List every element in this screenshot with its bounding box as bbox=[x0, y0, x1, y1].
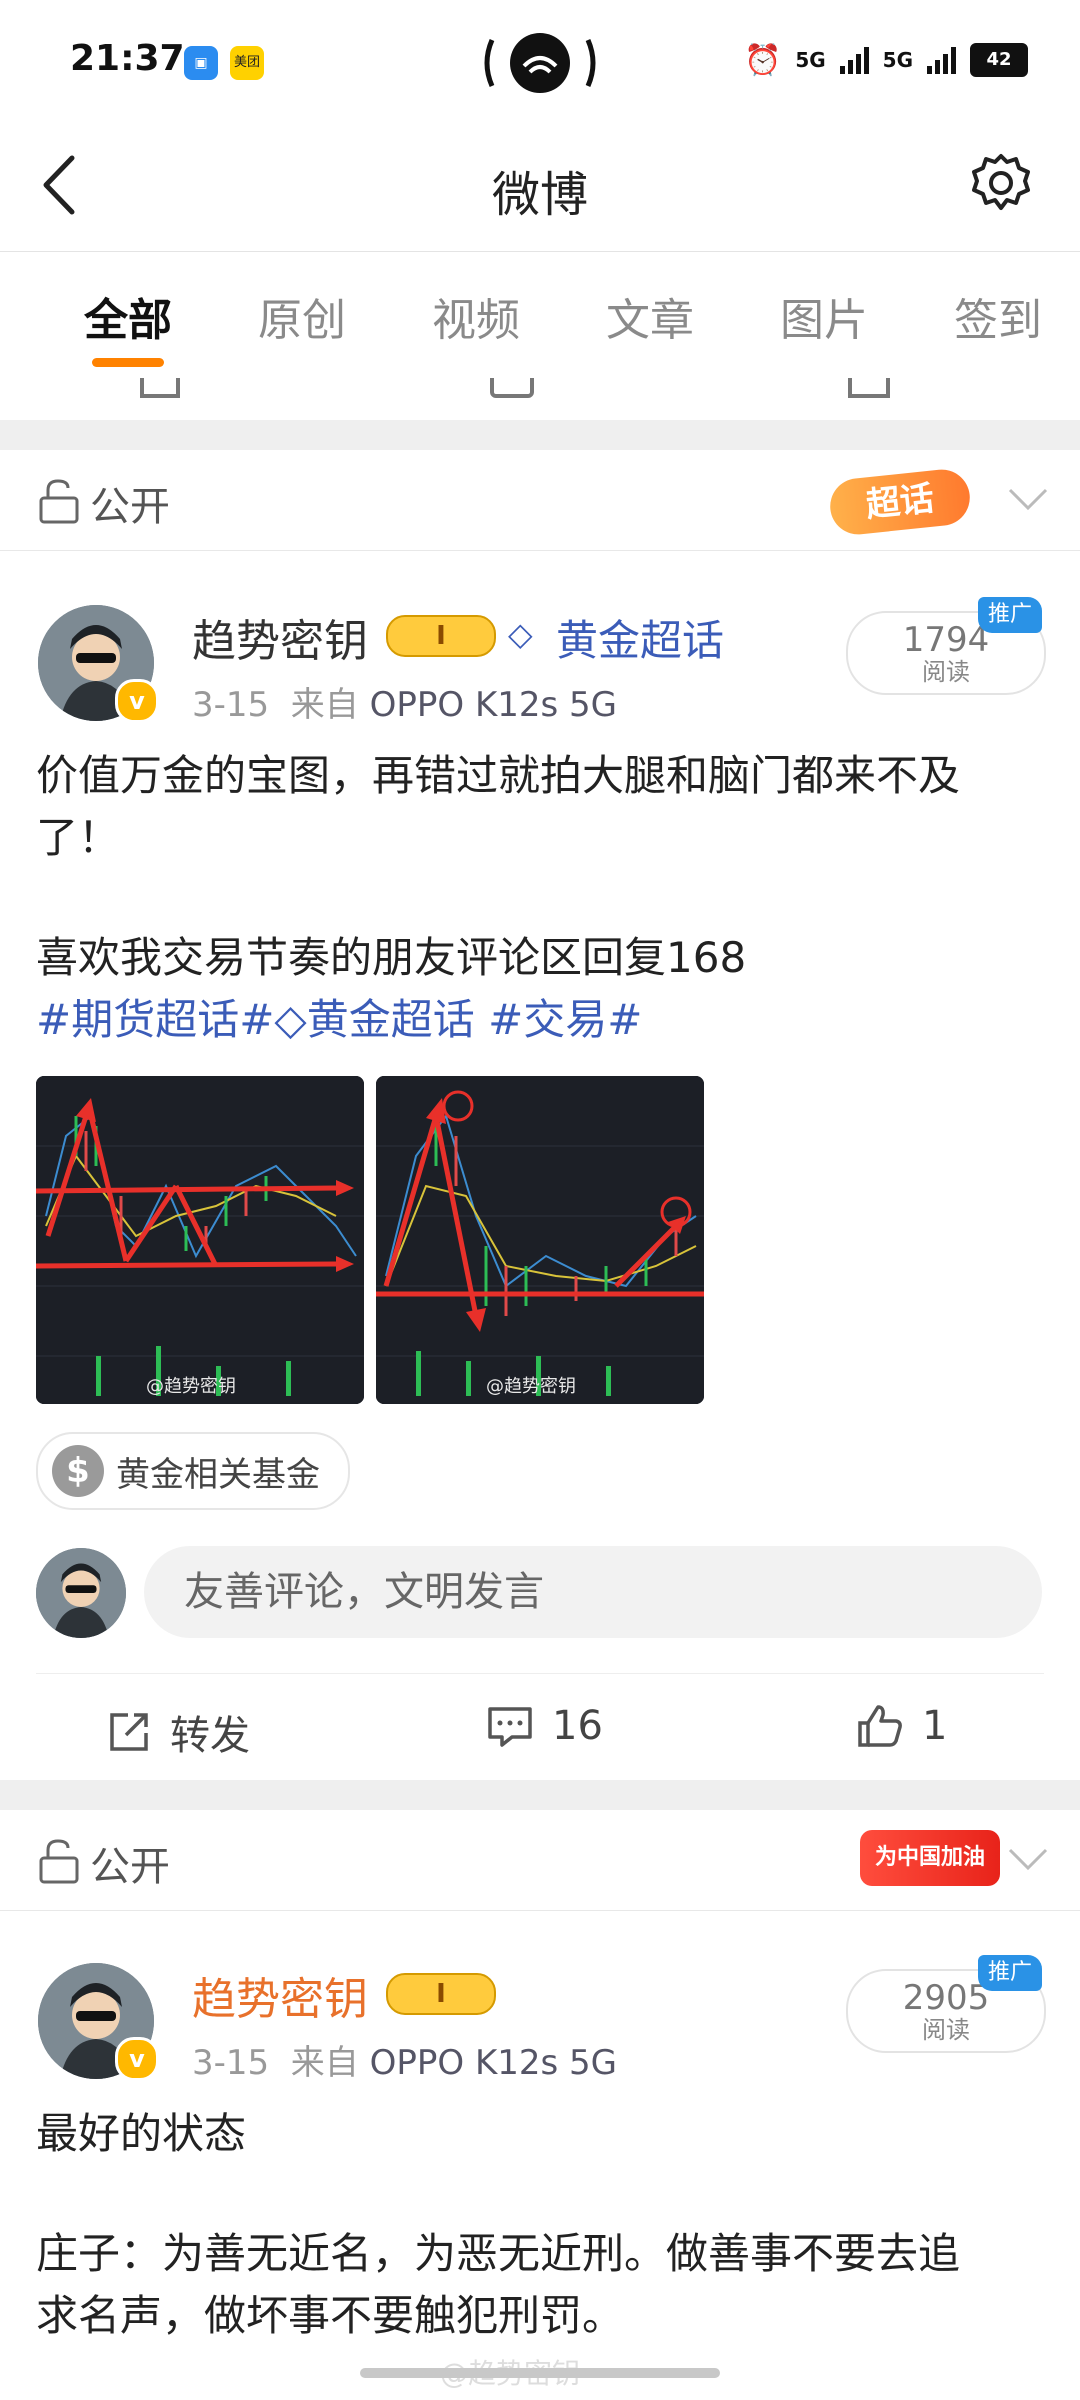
post-image[interactable]: @趋势密钥 bbox=[376, 1076, 704, 1404]
comment-button[interactable]: 16 bbox=[486, 1703, 603, 1749]
dollar-icon: $ bbox=[52, 1445, 104, 1497]
post-text-line: 求名声，做坏事不要触犯刑罚。 bbox=[36, 2291, 625, 2340]
my-avatar[interactable] bbox=[36, 1548, 126, 1638]
meituan-icon: 美团 bbox=[230, 46, 264, 80]
unlock-icon bbox=[39, 479, 79, 524]
post-text: 最好的状态 庄子：为善无近名，为恶无近刑。做善事不要去追 求名声，做坏事不要触犯… bbox=[36, 2103, 1046, 2347]
tab-checkin[interactable]: 签到 bbox=[954, 284, 1042, 348]
comment-count: 16 bbox=[552, 1703, 603, 1749]
source-prefix: 来自 bbox=[290, 685, 359, 725]
chevron-down-icon[interactable] bbox=[1006, 1846, 1050, 1874]
reads-label: 阅读 bbox=[922, 658, 970, 686]
app-notification-icon: ▣ bbox=[184, 46, 218, 80]
author-name[interactable]: 趋势密钥 bbox=[192, 605, 368, 669]
hashtag-link[interactable]: #交易# bbox=[488, 995, 642, 1044]
tab-active-indicator bbox=[92, 358, 164, 367]
visibility-bar: 公开 超话 bbox=[0, 450, 1080, 551]
image-watermark: @趋势密钥 bbox=[146, 1376, 236, 1397]
promo-badge: 推广 bbox=[978, 1955, 1042, 1991]
super-topic-badge[interactable]: 超话 bbox=[827, 466, 973, 538]
hashtag-line: #期货超话#◇黄金超话 #交易# bbox=[36, 989, 1046, 1051]
fund-chip-label: 黄金相关基金 bbox=[116, 1454, 320, 1495]
signal-icon bbox=[839, 46, 869, 74]
alarm-icon: ⏰ bbox=[743, 42, 782, 78]
post-date: 3-15 bbox=[192, 2043, 270, 2083]
chevron-down-icon[interactable] bbox=[1006, 486, 1050, 514]
visibility-label: 公开 bbox=[90, 484, 170, 530]
unlock-icon bbox=[39, 1839, 79, 1884]
image-watermark: @趋势密钥 bbox=[486, 1376, 576, 1397]
post-date: 3-15 bbox=[192, 685, 270, 725]
campaign-badge[interactable]: 为中国加油 bbox=[860, 1830, 1000, 1886]
status-time: 21:37 bbox=[70, 38, 185, 79]
like-count: 1 bbox=[922, 1703, 948, 1749]
dynamic-island-icon bbox=[484, 33, 596, 93]
post-text-line: 价值万金的宝图，再错过就拍大腿和脑门都来不及 bbox=[36, 751, 961, 800]
battery-icon: 42 bbox=[970, 43, 1028, 77]
signal-icon bbox=[927, 46, 956, 74]
tab-original[interactable]: 原创 bbox=[258, 284, 346, 348]
diamond-icon: ◇ bbox=[508, 615, 533, 653]
hashtag-link[interactable]: #期货超话# bbox=[36, 995, 274, 1044]
previous-post-actions bbox=[0, 378, 1080, 420]
post-text-line: 了！ bbox=[36, 813, 121, 862]
like-button[interactable]: 1 bbox=[856, 1703, 947, 1749]
repost-button[interactable]: 转发 bbox=[106, 1703, 250, 1761]
repost-label: 转发 bbox=[170, 1713, 250, 1759]
card-separator bbox=[0, 420, 1080, 450]
tab-video[interactable]: 视频 bbox=[432, 284, 520, 348]
thumbs-up-icon bbox=[858, 1705, 902, 1747]
diamond-icon: ◇ bbox=[274, 995, 307, 1044]
post-image[interactable]: @趋势密钥 bbox=[36, 1076, 364, 1404]
like-icon[interactable] bbox=[844, 378, 894, 406]
comment-icon[interactable] bbox=[488, 378, 538, 406]
promo-badge: 推广 bbox=[978, 597, 1042, 633]
comment-input[interactable]: 友善评论，文明发言 bbox=[144, 1546, 1042, 1638]
source-prefix: 来自 bbox=[290, 2043, 359, 2083]
reads-label: 阅读 bbox=[922, 2016, 970, 2044]
divider bbox=[36, 1673, 1044, 1674]
home-indicator[interactable] bbox=[360, 2368, 720, 2378]
tab-all[interactable]: 全部 bbox=[84, 284, 172, 348]
post-text: 价值万金的宝图，再错过就拍大腿和脑门都来不及 了！ 喜欢我交易节奏的朋友评论区回… bbox=[36, 745, 1046, 1051]
visibility-bar: 公开 为中国加油 bbox=[0, 1810, 1080, 1911]
member-level-badge[interactable]: I bbox=[386, 1973, 496, 2015]
page-title: 微博 bbox=[491, 167, 588, 223]
gear-icon[interactable] bbox=[970, 152, 1032, 214]
device-label: OPPO K12s 5G bbox=[369, 685, 618, 725]
repost-icon[interactable] bbox=[136, 378, 186, 406]
network-label-2: 5G bbox=[882, 48, 913, 72]
network-label-1: 5G bbox=[795, 48, 826, 72]
member-level-badge[interactable]: I bbox=[386, 615, 496, 657]
post-text-line: 喜欢我交易节奏的朋友评论区回复168 bbox=[36, 933, 747, 982]
post-card: v 趋势密钥 I ◇ 黄金超话 3-15 来自 OPPO K12s 5G 179… bbox=[0, 551, 1080, 1780]
status-icons: ⏰ 5G 5G 42 bbox=[744, 40, 1028, 80]
post-text-line: 最好的状态 bbox=[36, 2109, 247, 2158]
verified-badge: v bbox=[115, 679, 159, 723]
tab-image[interactable]: 图片 bbox=[780, 284, 868, 348]
author-name[interactable]: 趋势密钥 bbox=[192, 1963, 368, 2027]
share-icon bbox=[110, 1713, 148, 1751]
post-meta: 3-15 来自 OPPO K12s 5G bbox=[192, 2035, 617, 2084]
post-card: v 趋势密钥 I 3-15 来自 OPPO K12s 5G 2905 阅读 推广… bbox=[0, 1911, 1080, 2400]
card-separator bbox=[0, 1780, 1080, 1810]
hashtag-link[interactable]: 黄金超话 bbox=[307, 995, 475, 1044]
tab-article[interactable]: 文章 bbox=[606, 284, 694, 348]
fund-chip[interactable]: $ 黄金相关基金 bbox=[36, 1432, 350, 1510]
visibility-label: 公开 bbox=[90, 1844, 170, 1890]
topic-link[interactable]: 黄金超话 bbox=[556, 607, 724, 668]
device-label: OPPO K12s 5G bbox=[369, 2043, 618, 2083]
verified-badge: v bbox=[115, 2037, 159, 2081]
post-text-line: 庄子：为善无近名，为恶无近刑。做善事不要去追 bbox=[36, 2229, 961, 2278]
post-meta: 3-15 来自 OPPO K12s 5G bbox=[192, 677, 617, 726]
comment-icon bbox=[488, 1707, 532, 1747]
